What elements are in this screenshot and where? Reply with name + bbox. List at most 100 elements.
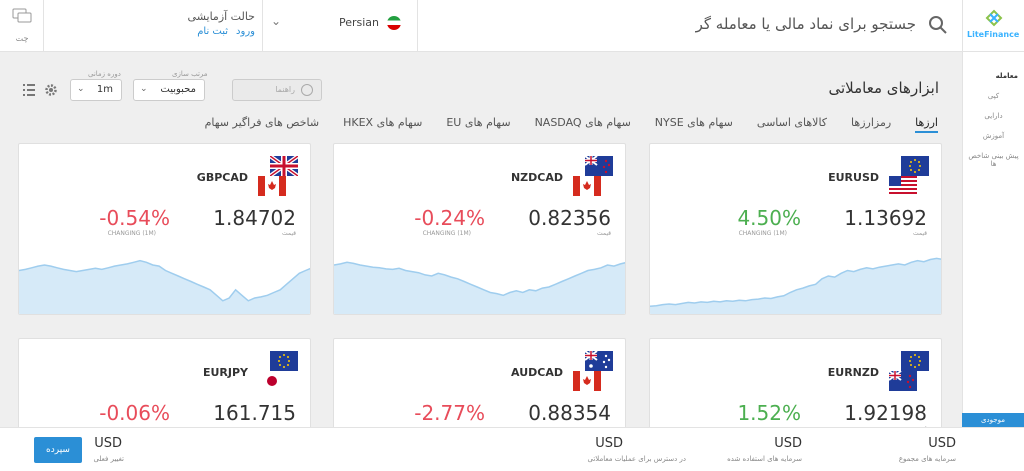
ca-flag-icon (573, 176, 601, 196)
instrument-symbol: EURUSD (828, 171, 879, 184)
used-funds-label: سرمایه های استفاده شده (727, 455, 802, 463)
chat-label: چت (15, 34, 29, 43)
tab-indices[interactable]: شاخص های فراگیر سهام (205, 116, 320, 129)
chevron-down-icon: ⌄ (77, 84, 85, 94)
change-label: CHANGING (1M) (422, 230, 471, 237)
instrument-price: 0.82356 (528, 206, 611, 230)
guide-button[interactable]: راهنما (232, 79, 322, 101)
stock-toggle[interactable]: موجودی (962, 413, 1024, 427)
instrument-symbol: AUDCAD (511, 366, 563, 379)
current-change-label: تغییر فعلی (93, 455, 124, 463)
chat-icon (12, 8, 32, 23)
account-panel: حالت آزمایشی ورود ثبت نام (185, 10, 255, 37)
au-flag-icon (585, 351, 613, 371)
used-funds-value: USD (774, 436, 802, 451)
account-summary-bar: USD سرمایه های مجموع USD سرمایه های استفاد… (0, 427, 1024, 471)
logo-icon (985, 9, 1003, 27)
change-percent: -0.54% (99, 206, 170, 230)
available-funds-label: در دسترس برای عملیات معاملاتی (587, 455, 686, 463)
sort-select[interactable]: محبوبیت ⌄ (133, 79, 205, 101)
signup-link[interactable]: ثبت نام (197, 26, 228, 37)
change-percent: 4.50% (737, 206, 801, 230)
current-change: USD تغییر فعلی (93, 436, 124, 463)
change-percent: -0.06% (99, 401, 170, 425)
change-label: CHANGING (1M) (738, 230, 787, 237)
sidebar-item-assets[interactable]: دارایی (963, 112, 1024, 120)
logo[interactable]: LiteFinance (962, 0, 1024, 52)
search-icon (929, 16, 947, 34)
eu-flag-icon (270, 351, 298, 371)
instrument-price: 1.92198 (844, 401, 927, 425)
sidebar: معامله کپی دارایی آموزش پیش بینی شاخص ها… (962, 52, 1024, 427)
tab-currencies[interactable]: ارزها (915, 116, 938, 133)
guide-label: راهنما (275, 85, 295, 94)
current-change-value: USD (94, 436, 122, 451)
chat-button[interactable]: چت (0, 0, 44, 52)
tab-nyse[interactable]: سهام های NYSE (655, 116, 733, 129)
play-icon (301, 84, 313, 96)
price-sparkline (19, 259, 310, 314)
used-funds: USD سرمایه های استفاده شده (727, 436, 802, 463)
category-tabs: ارزها رمزارزها کالاهای اساسی سهام های NYSE س… (181, 111, 938, 133)
sparkline-area (650, 258, 941, 314)
eu-flag-icon (901, 351, 929, 371)
list-view-icon[interactable] (22, 83, 36, 97)
period-select[interactable]: 1m ⌄ (70, 79, 122, 101)
instrument-card-audcad[interactable]: AUDCAD 0.88354 -2.77% (333, 338, 626, 438)
change-percent: -2.77% (414, 401, 485, 425)
instrument-card-eurnzd[interactable]: EURNZD1.92198قیمت1.52% (649, 338, 942, 438)
price-sparkline (650, 257, 941, 314)
price-label: قیمت (281, 230, 296, 237)
page-title: ابزارهای معاملاتی (828, 79, 939, 97)
instrument-symbol: GBPCAD (196, 171, 248, 184)
us-flag-icon (889, 176, 917, 196)
sort-value: محبوبیت (160, 84, 196, 95)
instrument-card-eurjpy[interactable]: EURJPY 161.715 -0.06% (18, 338, 311, 438)
ca-flag-icon (258, 176, 286, 196)
search-input[interactable]: جستجو برای نماد مالی یا معامله گر (696, 15, 916, 33)
instrument-card-gbpcad[interactable]: GBPCAD 1.84702 قیمت -0.54% CHANGING (1M) (18, 143, 311, 315)
sidebar-item-forecast[interactable]: پیش بینی شاخص ها (963, 152, 1024, 168)
language-selector[interactable]: Persian ⌄ (262, 0, 418, 52)
instrument-symbol: EURNZD (827, 366, 879, 379)
price-label: قیمت (912, 230, 927, 237)
total-funds-label: سرمایه های مجموع (898, 455, 956, 463)
tab-commodities[interactable]: کالاهای اساسی (757, 116, 827, 129)
instrument-symbol: EURJPY (202, 366, 248, 379)
nz-flag-icon (585, 156, 613, 176)
tab-crypto[interactable]: رمزارزها (851, 116, 891, 129)
top-bar: LiteFinance جستجو برای نماد مالی یا معام… (0, 0, 1024, 52)
tab-eu[interactable]: سهام های EU (446, 116, 510, 129)
login-link[interactable]: ورود (236, 26, 255, 37)
eu-flag-icon (901, 156, 929, 176)
search-box[interactable]: جستجو برای نماد مالی یا معامله گر (418, 0, 962, 52)
price-label: قیمت (596, 230, 611, 237)
language-name: Persian (338, 16, 379, 29)
instrument-price: 1.13692 (844, 206, 927, 230)
period-value: 1m (96, 84, 113, 95)
gear-icon[interactable] (44, 83, 58, 97)
instrument-card-nzdcad[interactable]: NZDCAD 0.82356 قیمت -0.24% CHANGING (1M) (333, 143, 626, 315)
instrument-symbol: NZDCAD (510, 171, 563, 184)
gb-flag-icon (270, 156, 298, 176)
instrument-price: 161.715 (213, 401, 296, 425)
instrument-price: 1.84702 (213, 206, 296, 230)
period-label: دوره زمانی (88, 70, 121, 78)
sidebar-item-education[interactable]: آموزش (963, 132, 1024, 140)
demo-mode-label: حالت آزمایشی (187, 10, 255, 23)
available-funds: USD در دسترس برای عملیات معاملاتی (588, 436, 686, 463)
available-funds-value: USD (595, 436, 623, 451)
tab-hkex[interactable]: سهام های HKEX (343, 116, 422, 129)
price-sparkline (334, 261, 625, 314)
chevron-down-icon: ⌄ (140, 84, 148, 94)
iran-flag-icon (387, 16, 401, 30)
sidebar-item-copy[interactable]: کپی (963, 92, 1024, 100)
ca-flag-icon (573, 371, 601, 391)
deposit-button[interactable]: سپرده (34, 437, 82, 463)
instrument-card-eurusd[interactable]: EURUSD 1.13692 قیمت 4.50% CHANGING (1M) (649, 143, 942, 315)
jp-flag-icon (258, 371, 286, 391)
total-funds-value: USD (928, 436, 956, 451)
tab-nasdaq[interactable]: سهام های NASDAQ (535, 116, 631, 129)
sidebar-item-trade[interactable]: معامله (963, 72, 1024, 80)
instrument-price: 0.88354 (528, 401, 611, 425)
